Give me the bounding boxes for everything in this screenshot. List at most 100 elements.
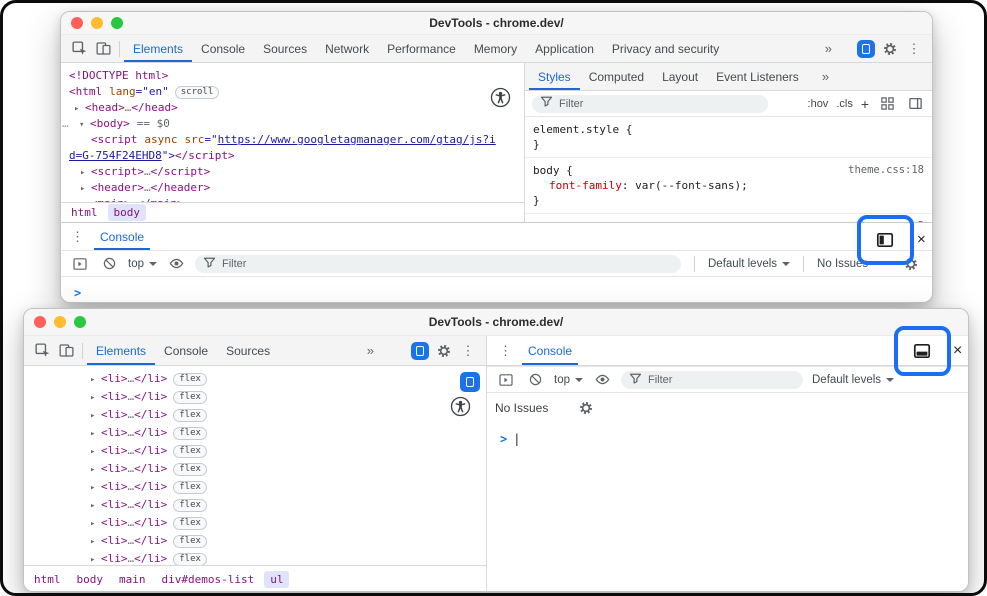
dock-bottom-icon[interactable] [912, 341, 932, 366]
tab-elements[interactable]: Elements [87, 336, 155, 365]
dom-node-li[interactable]: ▸<li>…</li>flex [24, 460, 486, 478]
dom-node-li[interactable]: ▸<li>…</li>flex [24, 370, 486, 388]
tab-console[interactable]: Console [192, 35, 254, 62]
breadcrumb-html[interactable]: html [28, 571, 67, 588]
device-toolbar-icon[interactable] [54, 339, 78, 363]
dom-node-script-gtag-wrap[interactable]: d=G-754F24EHD8"></script> [61, 148, 524, 164]
resource-link[interactable]: https://www.googletagmanager.com/gtag/js… [218, 133, 496, 146]
css-rule-element-style[interactable]: element.style { } [525, 117, 932, 158]
device-toolbar-icon[interactable] [91, 37, 115, 61]
context-selector[interactable]: top [554, 374, 583, 386]
gear-icon[interactable] [878, 37, 902, 61]
tab-console[interactable]: Console [155, 336, 217, 365]
dom-node-li[interactable]: ▸<li>…</li>flex [24, 496, 486, 514]
expand-arrow-icon[interactable]: ▸ [80, 181, 91, 197]
console-prompt[interactable]: > [61, 277, 932, 300]
expand-arrow-icon[interactable]: ▸ [90, 371, 101, 389]
tab-privacy-security[interactable]: Privacy and security [603, 35, 728, 62]
inspect-element-icon[interactable] [30, 339, 54, 363]
expand-arrow-icon[interactable]: ▸ [74, 101, 85, 117]
tab-styles[interactable]: Styles [529, 63, 580, 90]
drawer-menu-icon[interactable]: ⋮ [499, 343, 512, 359]
tab-network[interactable]: Network [316, 35, 378, 62]
expand-arrow-icon[interactable]: ▸ [90, 533, 101, 551]
device-mode-icon[interactable] [460, 372, 480, 392]
close-drawer-icon[interactable]: × [917, 232, 926, 247]
expand-arrow-icon[interactable]: ▸ [80, 197, 91, 203]
drawer-tab-console[interactable]: Console [94, 223, 150, 250]
resource-link[interactable]: d=G-754F24EHD8 [69, 149, 162, 162]
css-property-value[interactable]: var(--font-sans); [635, 179, 748, 192]
window-titlebar[interactable]: DevTools - chrome.dev/ [61, 12, 932, 35]
inspect-element-icon[interactable] [67, 37, 91, 61]
console-sidebar-icon[interactable] [70, 252, 90, 276]
window-titlebar[interactable]: DevTools - chrome.dev/ [24, 309, 968, 336]
tab-memory[interactable]: Memory [465, 35, 526, 62]
flex-badge[interactable]: flex [173, 445, 207, 458]
new-style-rule-icon[interactable]: + [861, 96, 869, 112]
dom-node-main[interactable]: ▸<main>…</main> [61, 196, 524, 202]
pseudo-state-toggle[interactable]: :hov [808, 98, 829, 110]
tab-layout[interactable]: Layout [653, 63, 707, 90]
flex-badge[interactable]: flex [173, 463, 207, 476]
dom-node-head[interactable]: ▸<head>…</head> [61, 100, 524, 116]
minimize-window-button[interactable] [91, 17, 103, 29]
more-tabs-icon[interactable]: » [821, 41, 836, 56]
tab-computed[interactable]: Computed [580, 63, 653, 90]
styles-filter[interactable] [532, 95, 768, 113]
css-rule-body[interactable]: theme.css:18 body { font-family: var(--f… [525, 158, 932, 214]
dom-node-li[interactable]: ▸<li>…</li>flex [24, 478, 486, 496]
more-tabs-icon[interactable]: » [363, 343, 378, 358]
context-selector[interactable]: top [128, 258, 157, 270]
expand-arrow-icon[interactable]: ▸ [90, 497, 101, 515]
close-panel-icon[interactable]: × [953, 343, 962, 358]
expand-arrow-icon[interactable]: ▸ [90, 389, 101, 407]
flex-badge[interactable]: flex [173, 517, 207, 530]
collapse-arrow-icon[interactable]: ▾ [79, 117, 90, 133]
breadcrumb-main[interactable]: main [113, 571, 152, 588]
expand-arrow-icon[interactable]: ▸ [90, 407, 101, 425]
console-filter-input[interactable] [648, 374, 795, 386]
tab-sources[interactable]: Sources [217, 336, 279, 365]
console-settings-gear-icon[interactable] [574, 396, 598, 420]
styles-filter-input[interactable] [559, 98, 760, 110]
dom-node-li[interactable]: ▸<li>…</li>flex [24, 424, 486, 442]
expand-arrow-icon[interactable]: ▸ [90, 461, 101, 479]
expand-arrow-icon[interactable]: ▸ [90, 479, 101, 497]
flex-badge[interactable]: flex [173, 373, 207, 386]
tab-event-listeners[interactable]: Event Listeners [707, 63, 808, 90]
flex-badge[interactable]: flex [173, 553, 207, 565]
clear-console-icon[interactable] [525, 368, 545, 392]
flex-badge[interactable]: flex [173, 499, 207, 512]
tab-elements[interactable]: Elements [124, 35, 192, 62]
stylesheet-link[interactable]: theme.css:18 [848, 163, 924, 178]
hover-menu-icon[interactable]: … [62, 116, 69, 132]
dom-node-doctype[interactable]: <!DOCTYPE html> [61, 68, 524, 84]
gear-icon[interactable] [432, 339, 456, 363]
breadcrumb-body[interactable]: body [71, 571, 110, 588]
dom-node-li[interactable]: ▸<li>…</li>flex [24, 550, 486, 565]
zoom-window-button[interactable] [74, 316, 86, 328]
tab-sources[interactable]: Sources [254, 35, 316, 62]
dom-node-li[interactable]: ▸<li>…</li>flex [24, 514, 486, 532]
dom-node-header[interactable]: ▸<header>…</header> [61, 180, 524, 196]
close-window-button[interactable] [71, 17, 83, 29]
flex-badge[interactable]: flex [173, 535, 207, 548]
dom-node-li[interactable]: ▸<li>…</li>flex [24, 532, 486, 550]
accessibility-icon[interactable] [490, 87, 511, 111]
log-levels-selector[interactable]: Default levels [812, 374, 894, 386]
device-badge-icon[interactable] [854, 37, 878, 61]
css-property-name[interactable]: font-family [549, 179, 622, 192]
clear-console-icon[interactable] [99, 252, 119, 276]
flex-badge[interactable]: flex [173, 481, 207, 494]
dom-node-html[interactable]: <htmllang="en"scroll [61, 84, 524, 100]
tab-performance[interactable]: Performance [378, 35, 465, 62]
dom-node-script[interactable]: ▸<script>…</script> [61, 164, 524, 180]
close-window-button[interactable] [34, 316, 46, 328]
dom-node-body[interactable]: …▾<body>== $0 [61, 116, 524, 132]
tab-application[interactable]: Application [526, 35, 603, 62]
breadcrumb-div-demos-list[interactable]: div#demos-list [156, 571, 261, 588]
console-sidebar-icon[interactable] [496, 368, 516, 392]
accessibility-icon[interactable] [450, 396, 471, 420]
scroll-badge[interactable]: scroll [175, 86, 220, 99]
